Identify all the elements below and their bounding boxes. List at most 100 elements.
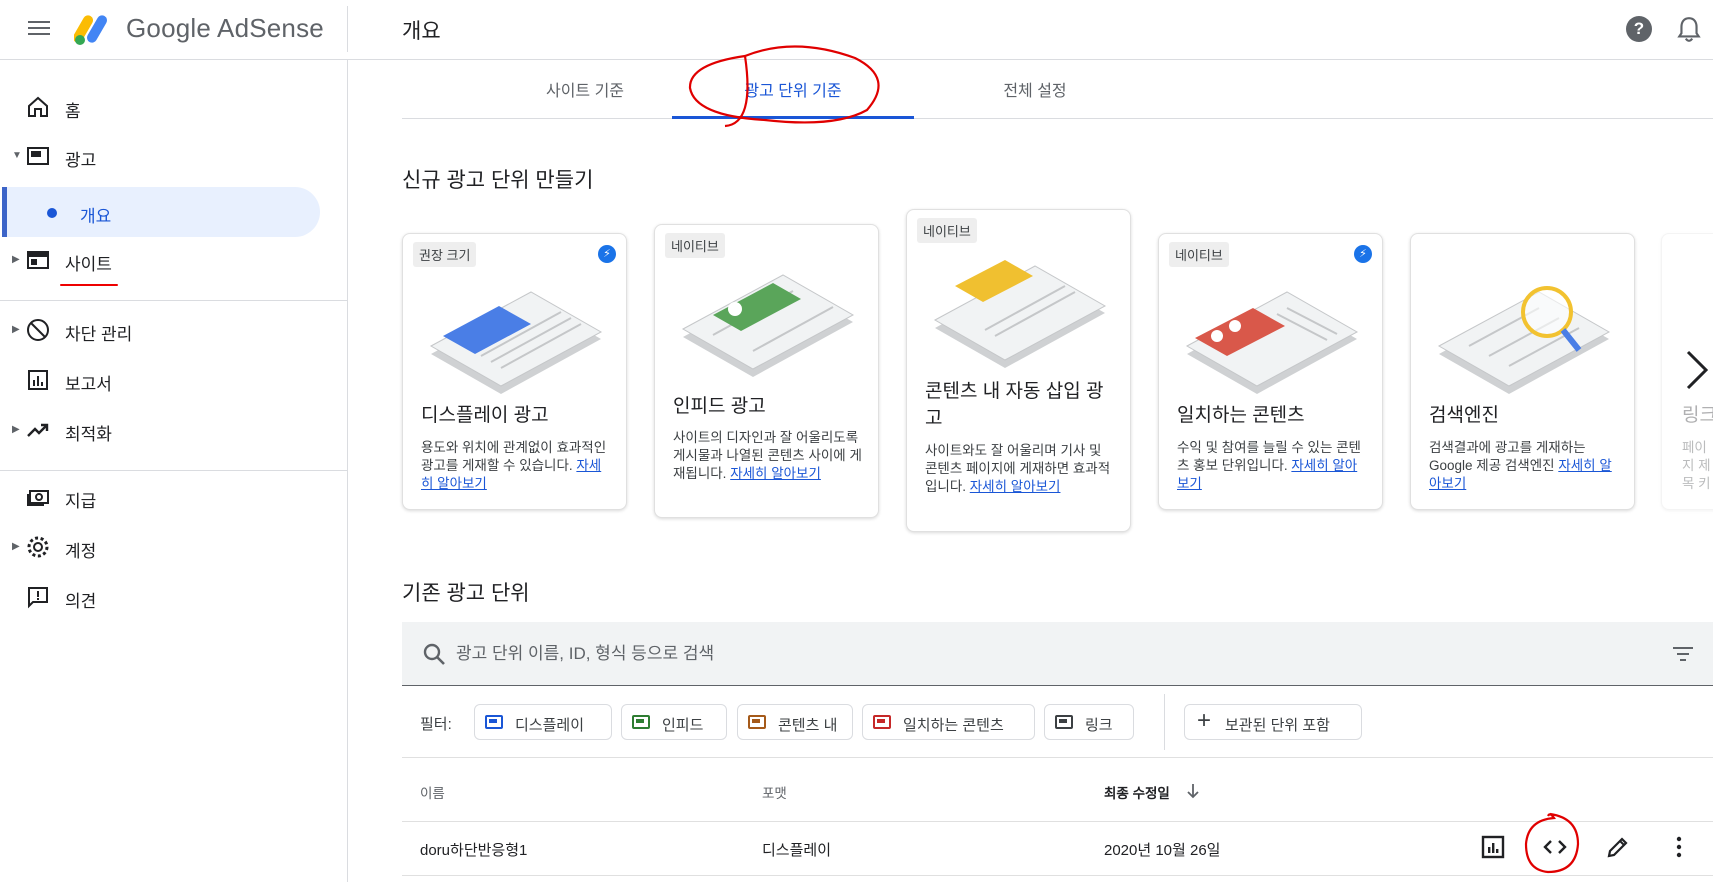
card-description: 페이지 제목 키 bbox=[1682, 440, 1711, 491]
in-article-ad-illustration bbox=[933, 260, 1107, 368]
search-icon bbox=[423, 643, 445, 665]
sidebar-item-blocking[interactable]: ▶ 차단 관리 bbox=[0, 305, 348, 355]
card-badge: 네이티브 bbox=[917, 218, 977, 243]
filter-chip-matched-content[interactable]: 일치하는 콘텐츠 bbox=[862, 704, 1035, 740]
expand-caret-icon[interactable]: ▶ bbox=[12, 254, 20, 265]
sidebar-item-label: 사이트 bbox=[65, 255, 112, 274]
table-row[interactable]: doru하단반응형1 디스플레이 2020년 10월 26일 bbox=[402, 822, 1713, 876]
chevron-right-icon[interactable] bbox=[1680, 348, 1710, 392]
display-ad-icon bbox=[485, 715, 503, 729]
sidebar-item-account[interactable]: ▶ 계정 bbox=[0, 522, 348, 572]
sidebar-item-label: 홈 bbox=[65, 102, 81, 121]
sidebar-item-label: 지급 bbox=[65, 492, 97, 511]
filter-chip-display[interactable]: 디스플레이 bbox=[474, 704, 612, 740]
card-title: 검색엔진 bbox=[1429, 405, 1499, 426]
edit-pencil-icon[interactable] bbox=[1605, 834, 1631, 860]
page-title: 개요 bbox=[402, 20, 441, 43]
link-unit-icon bbox=[1055, 715, 1073, 729]
card-badge: 네이티브 bbox=[1169, 242, 1229, 267]
gear-icon bbox=[27, 536, 49, 558]
section-title-existing: 기존 광고 단위 bbox=[402, 582, 530, 605]
card-infeed-ads[interactable]: 네이티브 인피드 광고 사이트의 디자인과 잘 어울리도록 게시물과 나열된 콘… bbox=[654, 224, 879, 518]
expand-caret-icon[interactable]: ▶ bbox=[12, 324, 20, 335]
red-circle-annotation bbox=[1524, 812, 1580, 874]
sidebar-item-label: 의견 bbox=[65, 592, 97, 611]
divider bbox=[0, 470, 347, 471]
search-engine-illustration bbox=[1437, 286, 1611, 394]
sidebar-item-label: 광고 bbox=[65, 151, 97, 170]
expand-caret-icon[interactable]: ▼ bbox=[12, 150, 22, 161]
card-title: 콘텐츠 내 자동 삽입 광고 bbox=[925, 381, 1104, 429]
sidebar-item-reports[interactable]: 보고서 bbox=[0, 355, 348, 405]
tab-global-settings[interactable]: 전체 설정 bbox=[914, 64, 1156, 119]
sidebar-item-feedback[interactable]: 의견 bbox=[0, 572, 348, 622]
block-icon bbox=[27, 319, 49, 341]
ad-unit-modified-date: 2020년 10월 26일 bbox=[1104, 842, 1221, 859]
filter-list-icon[interactable] bbox=[1672, 644, 1694, 664]
sidebar-item-overview[interactable]: 개요 bbox=[2, 187, 320, 237]
notification-bell-icon[interactable] bbox=[1676, 16, 1702, 44]
display-ad-illustration bbox=[429, 291, 603, 394]
matched-content-icon bbox=[873, 715, 891, 729]
card-matched-content[interactable]: 네이티브 ⚡ 일치하는 콘텐츠 수익 및 참여를 늘릴 수 있는 콘텐츠 홍보 … bbox=[1158, 233, 1383, 510]
sidebar-item-label: 차단 관리 bbox=[65, 325, 133, 344]
sidebar-item-payments[interactable]: 지급 bbox=[0, 472, 348, 522]
search-bar bbox=[402, 622, 1713, 686]
card-description: 사이트와도 잘 어울리며 기사 및 콘텐츠 페이지에 게재하면 효과적입니다. … bbox=[925, 443, 1111, 494]
infeed-ad-icon bbox=[632, 715, 650, 729]
expand-caret-icon[interactable]: ▶ bbox=[12, 541, 20, 552]
bolt-icon: ⚡ bbox=[1354, 245, 1372, 263]
learn-more-link[interactable]: 자세히 알아보기 bbox=[730, 466, 821, 481]
card-badge: 권장 크기 bbox=[413, 242, 477, 267]
sidebar-item-ads[interactable]: ▼ 광고 bbox=[0, 131, 348, 181]
column-header-format[interactable]: 포맷 bbox=[762, 782, 787, 802]
sidebar-item-sites[interactable]: ▶ 사이트 bbox=[0, 235, 348, 285]
home-icon bbox=[28, 96, 48, 117]
trending-up-icon bbox=[27, 423, 49, 437]
hamburger-menu-icon[interactable] bbox=[26, 17, 52, 43]
filters-label: 필터: bbox=[420, 716, 452, 733]
card-badge: 네이티브 bbox=[665, 233, 725, 258]
arrow-down-icon[interactable] bbox=[1186, 783, 1200, 799]
sidebar-item-label: 보고서 bbox=[65, 375, 112, 394]
adsense-logo bbox=[74, 15, 107, 45]
card-description: 용도와 위치에 관계없이 효과적인 광고를 게재할 수 있습니다. 자세히 알아… bbox=[421, 440, 607, 491]
card-description: 검색결과에 광고를 게재하는 Google 제공 검색엔진 자세히 알아보기 bbox=[1429, 440, 1612, 491]
filter-chip-infeed[interactable]: 인피드 bbox=[621, 704, 727, 740]
search-input[interactable] bbox=[456, 640, 1556, 668]
card-title: 링크 bbox=[1682, 405, 1713, 426]
card-in-article-ads[interactable]: 네이티브 콘텐츠 내 자동 삽입 광고 사이트와도 잘 어울리며 기사 및 콘텐… bbox=[906, 209, 1131, 532]
bar-chart-icon bbox=[28, 370, 48, 390]
column-header-name[interactable]: 이름 bbox=[420, 782, 445, 802]
filter-chip-link[interactable]: 링크 bbox=[1044, 704, 1134, 740]
filter-chip-in-article[interactable]: 콘텐츠 내 bbox=[737, 704, 853, 740]
card-title: 일치하는 콘텐츠 bbox=[1177, 405, 1305, 426]
sidebar-item-optimization[interactable]: ▶ 최적화 bbox=[0, 405, 348, 455]
expand-caret-icon[interactable]: ▶ bbox=[12, 424, 20, 435]
card-display-ads[interactable]: 권장 크기 ⚡ 디스플레이 광고 용도와 위치에 관계없이 효과적인 광고를 게… bbox=[402, 233, 627, 510]
learn-more-link[interactable]: 자세히 알아보기 bbox=[970, 479, 1061, 494]
more-vert-icon[interactable] bbox=[1666, 834, 1692, 860]
table-header: 이름 포맷 최종 수정일 bbox=[402, 758, 1713, 822]
ad-unit-format: 디스플레이 bbox=[762, 842, 832, 859]
plus-icon: + bbox=[1197, 707, 1212, 734]
infeed-ad-illustration bbox=[681, 274, 855, 377]
card-description: 수익 및 참여를 늘릴 수 있는 콘텐츠 홍보 단위입니다. 자세히 알아보기 bbox=[1177, 440, 1361, 491]
divider bbox=[0, 300, 347, 301]
sidebar-item-label: 최적화 bbox=[65, 425, 112, 444]
sidebar-item-home[interactable]: 홈 bbox=[0, 82, 348, 132]
include-archived-chip[interactable]: + 보관된 단위 포함 bbox=[1184, 704, 1362, 740]
payments-icon bbox=[27, 490, 49, 506]
red-circle-annotation bbox=[688, 45, 880, 128]
column-header-modified[interactable]: 최종 수정일 bbox=[1104, 782, 1170, 802]
divider bbox=[347, 6, 348, 52]
divider bbox=[1164, 694, 1165, 750]
card-title: 디스플레이 광고 bbox=[421, 405, 549, 426]
help-icon[interactable]: ? bbox=[1626, 16, 1652, 42]
sidebar-item-label: 계정 bbox=[65, 542, 97, 561]
report-icon[interactable] bbox=[1480, 834, 1506, 860]
card-search-engine[interactable]: 검색엔진 검색결과에 광고를 게재하는 Google 제공 검색엔진 자세히 알… bbox=[1410, 233, 1635, 510]
matched-content-illustration bbox=[1185, 291, 1359, 394]
tab-by-site[interactable]: 사이트 기준 bbox=[464, 64, 706, 119]
in-article-ad-icon bbox=[748, 715, 766, 729]
